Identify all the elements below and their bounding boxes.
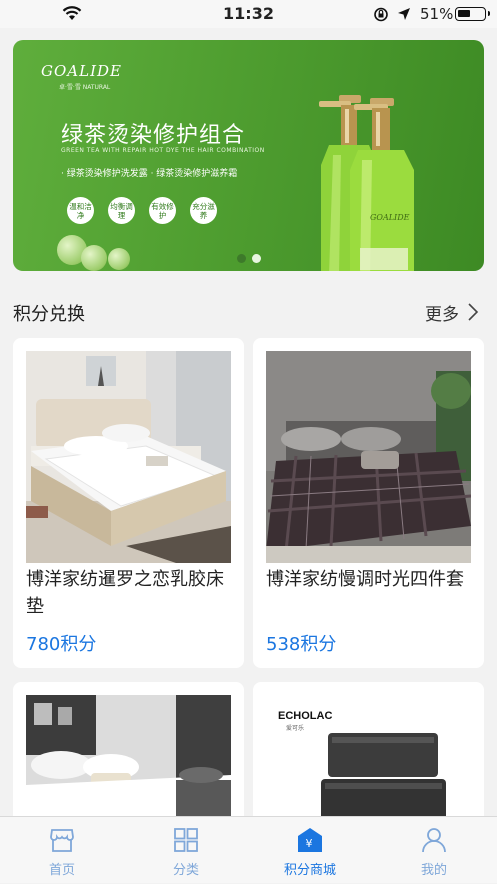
echolac-logo-sub: 爱可乐	[286, 724, 304, 732]
banner-headline: 绿茶烫染修护组合	[61, 123, 246, 148]
banner-tagline: GREEN TEA WITH REPAIR HOT DYE THE HAIR C…	[61, 147, 265, 154]
tab-category[interactable]: 分类	[124, 817, 248, 884]
more-link[interactable]: 更多	[425, 300, 479, 325]
product-image-mattress[interactable]	[26, 351, 231, 563]
banner-products: · 绿茶烫染修护洗发露 · 绿茶烫染修护滋养霜	[61, 169, 238, 179]
banner-brand-sub: 卓·雪·雪 NATURAL	[59, 84, 111, 91]
banner-badge: 充分滋养	[190, 197, 217, 224]
mattress-bed-photo	[26, 351, 231, 563]
pagination-dot[interactable]	[252, 254, 261, 263]
status-bar: 11:32 51%	[0, 0, 497, 28]
section-title: 积分兑换	[13, 304, 85, 325]
more-label: 更多	[425, 305, 459, 325]
bottle-brand-label: GOALIDE	[370, 213, 410, 222]
echolac-logo: ECHOLAC	[278, 710, 332, 722]
battery-level	[458, 10, 470, 17]
conditioner-bottle-image: GOALIDE	[350, 98, 414, 271]
product-name[interactable]: 博洋家纺慢调时光四件套	[266, 566, 476, 593]
promo-banner[interactable]: GOALIDE 卓·雪·雪 NATURAL 绿茶烫染修护组合 GREEN TEA…	[13, 40, 484, 271]
store-icon	[50, 829, 74, 852]
tab-label: 我的	[420, 863, 447, 878]
tab-mine[interactable]: 我的	[372, 817, 496, 884]
fruit-decoration	[108, 248, 130, 270]
rotation-lock-icon	[374, 7, 388, 22]
battery-percent: 51%	[420, 5, 454, 23]
tab-label: 积分商城	[283, 863, 336, 878]
points-mall-icon: ¥	[298, 828, 322, 852]
product-image-bedding[interactable]	[266, 351, 471, 563]
product-points: 538积分	[266, 634, 337, 655]
banner-badge: 温和洁净	[67, 197, 94, 224]
location-arrow-icon	[398, 8, 410, 20]
battery-icon	[455, 7, 490, 21]
plaid-bedding-photo	[266, 351, 471, 563]
user-icon	[422, 828, 446, 853]
fruit-decoration	[81, 245, 107, 271]
tab-label: 首页	[48, 863, 75, 878]
product-points: 780积分	[26, 634, 97, 655]
pagination-dot[interactable]	[237, 254, 246, 263]
tab-bar: 首页 分类 ¥ 积分商城 我的	[0, 816, 497, 883]
product-name[interactable]: 博洋家纺暹罗之恋乳胶床垫	[26, 566, 236, 620]
grid-icon	[174, 828, 198, 852]
svg-text:¥: ¥	[306, 837, 313, 850]
product-card[interactable]: 博洋家纺慢调时光四件套 538积分	[253, 338, 484, 668]
tab-points-mall[interactable]: ¥ 积分商城	[248, 817, 372, 884]
banner-badge: 有效修护	[149, 197, 176, 224]
tab-label: 分类	[172, 863, 199, 878]
tab-home[interactable]: 首页	[0, 817, 124, 884]
banner-badge: 均衡调理	[108, 197, 135, 224]
chevron-right-icon	[468, 303, 479, 321]
product-card[interactable]: 博洋家纺暹罗之恋乳胶床垫 780积分	[13, 338, 244, 668]
banner-brand-logo: GOALIDE	[41, 62, 122, 80]
